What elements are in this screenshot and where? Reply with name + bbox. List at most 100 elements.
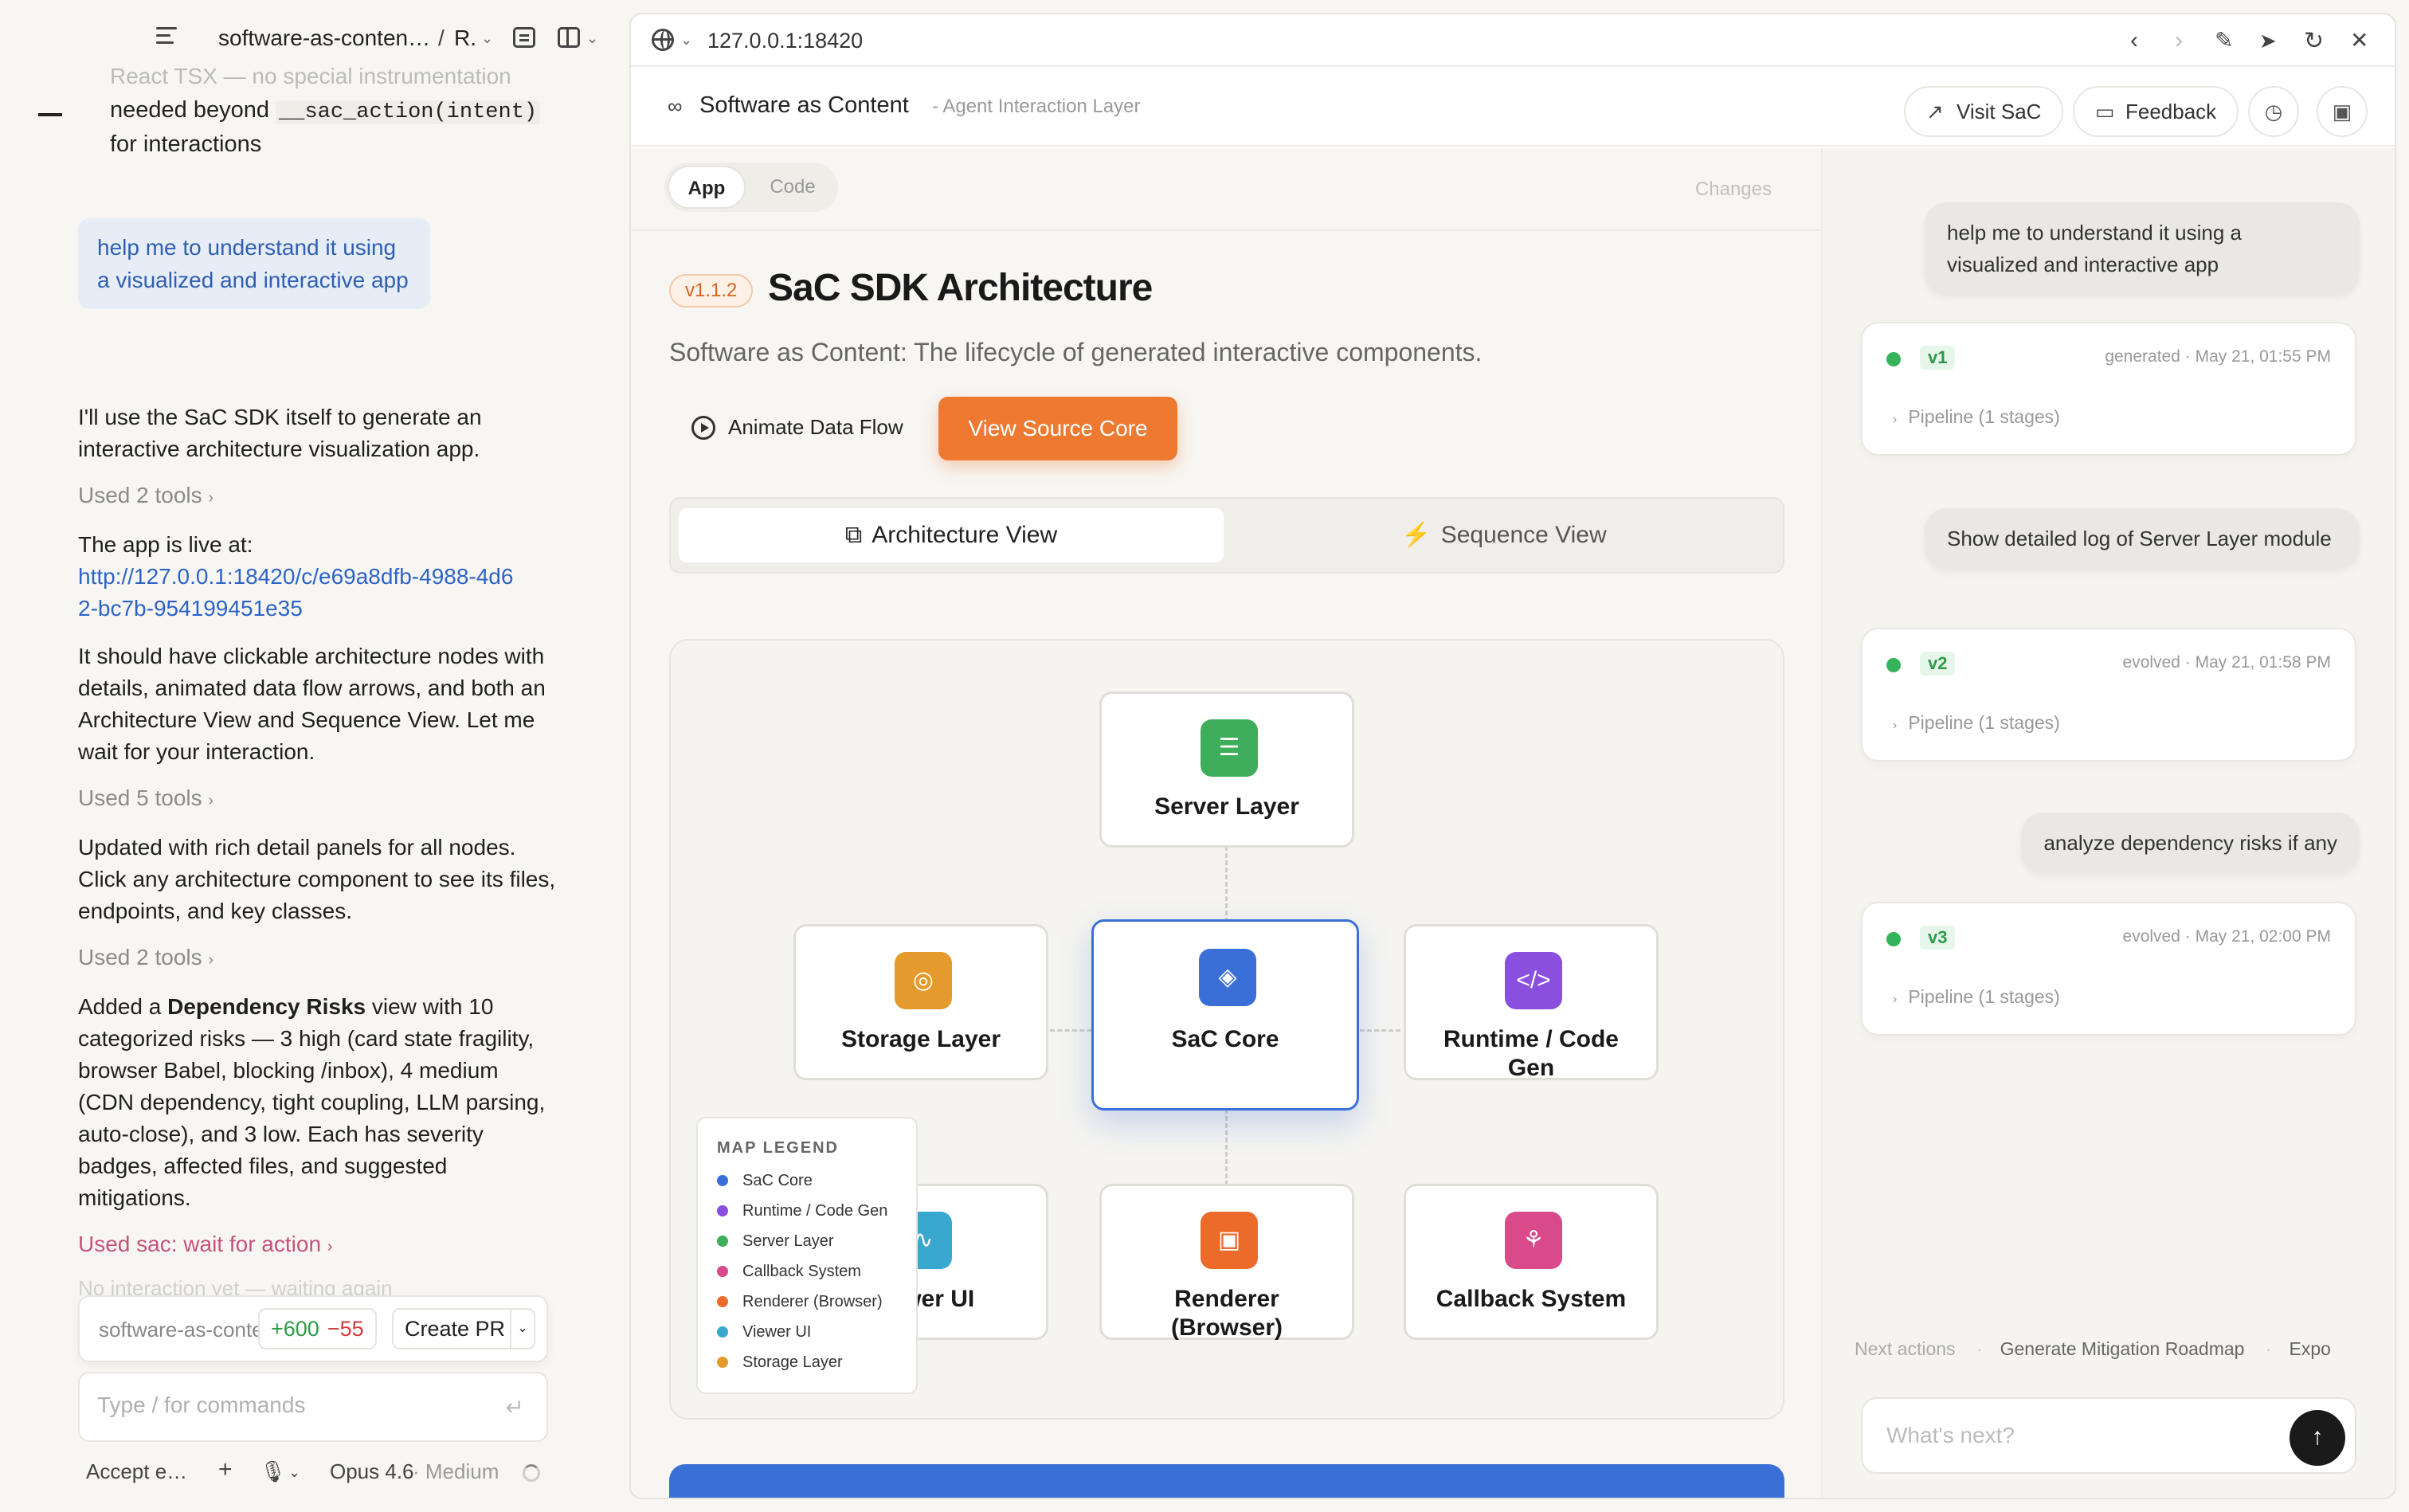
version-card[interactable]: v3 evolved · May 21, 02:00 PM › Pipeline … [1861,902,2356,1036]
menu-icon[interactable] [156,27,177,45]
node-callback-system[interactable]: ⚘ Callback System [1404,1184,1659,1340]
chevron-down-icon[interactable]: ⌄ [680,32,692,49]
pipeline-toggle[interactable]: › Pipeline (1 stages) [1893,986,2060,1008]
tab-app[interactable]: App [668,166,746,209]
version-tag: v3 [1920,926,1956,950]
tab-sequence-view[interactable]: ⚡ Sequence View [1232,508,1776,562]
tools-toggle[interactable]: Used 2 tools › [78,483,213,508]
create-pr-button[interactable]: Create PR ⌄ [392,1308,535,1349]
user-message: Show detailed log of Server Layer module [1925,508,2360,569]
enter-icon[interactable]: ↵ [506,1394,524,1420]
legend-item: Renderer (Browser) [717,1287,897,1317]
repo-name: software-as-content [99,1318,258,1342]
connector [1225,846,1228,922]
legend-label: SaC Core [742,1172,813,1189]
reload-icon[interactable]: ↻ [2304,27,2324,55]
prompt-input[interactable] [1886,1423,2269,1448]
tools-toggle[interactable]: Used 5 tools › [78,785,213,811]
branch-name[interactable]: R. [454,25,476,51]
legend-label: Renderer (Browser) [742,1293,883,1310]
view-source-core-button[interactable]: View Source Core [938,397,1177,460]
webhook-icon: ⚘ [1505,1212,1562,1269]
next-actions: Next actions · Generate Mitigation Roadma… [1855,1338,2331,1359]
connector [1353,1029,1400,1032]
visit-sac-button[interactable]: ↗ Visit SaC [1904,86,2064,137]
next-section-banner [669,1464,1784,1498]
tools-toggle[interactable]: Used 2 tools › [78,945,213,970]
assistant-message: It should have clickable architecture no… [78,644,546,764]
legend-item: Server Layer [717,1226,897,1256]
loading-spinner [523,1464,540,1482]
accept-edits-toggle[interactable]: Accept e… [86,1459,187,1484]
hierarchy-icon: ⧉ [844,522,863,548]
legend-dot [717,1236,728,1247]
diff-stats[interactable]: +600 −55 [258,1308,377,1349]
url-text[interactable]: 127.0.0.1:18420 [707,29,863,53]
browser-window: ⌄ 127.0.0.1:18420 ‹ › ✎ ➤ ↻ ✕ ∞ Software… [629,13,2396,1499]
command-input[interactable] [97,1393,496,1418]
assistant-message: I'll use the SaC SDK itself to generate … [78,405,482,461]
project-title[interactable]: software-as-conten… [218,25,430,51]
command-input-box: ↵ [78,1372,548,1442]
cursor-icon[interactable]: ➤ [2259,29,2277,53]
tab-architecture-view[interactable]: ⧉ Architecture View [679,508,1224,562]
version-meta: evolved · May 21, 02:00 PM [2122,927,2331,946]
legend-item: Runtime / Code Gen [717,1196,897,1226]
architecture-diagram: ☰ Server Layer ◎ Storage Layer ◈ SaC Cor… [669,639,1784,1420]
sidebar-toggle-icon[interactable]: ▣ [2317,86,2368,137]
pipeline-toggle[interactable]: › Pipeline (1 stages) [1893,712,2060,734]
legend-dot [717,1296,728,1307]
pipeline-toggle[interactable]: › Pipeline (1 stages) [1893,406,2060,428]
version-card[interactable]: v2 evolved · May 21, 01:58 PM › Pipeline … [1861,628,2356,762]
legend-dot [717,1357,728,1368]
changes-button[interactable]: Changes [1695,178,1772,201]
node-storage-layer[interactable]: ◎ Storage Layer [793,924,1048,1080]
legend-label: Viewer UI [742,1323,812,1341]
send-icon[interactable]: ↑ [2290,1410,2345,1466]
node-sac-core[interactable]: ◈ SaC Core [1091,919,1359,1110]
back-icon[interactable]: ‹ [2130,27,2138,54]
history-icon[interactable]: ◷ [2248,86,2299,137]
chat-panel: software-as-conten… / R. ⌄ ⌄ React TSX —… [0,0,629,1512]
node-renderer-browser[interactable]: ▣ Renderer (Browser) [1099,1184,1354,1341]
close-icon[interactable]: ✕ [2350,27,2368,53]
plus-icon[interactable]: + [218,1456,233,1483]
lightning-icon: ⚡ [1401,522,1432,548]
chevron-down-icon[interactable]: ⌄ [481,30,493,47]
assistant-message: Added a Dependency Risks view with 10 ca… [78,994,546,1210]
legend-item: Callback System [717,1256,897,1287]
node-runtime-code-gen[interactable]: </> Runtime / Code Gen [1404,924,1659,1081]
version-thread-panel: help me to understand it using a visuali… [1821,148,2395,1498]
animate-data-flow-button[interactable]: Animate Data Flow [669,397,926,457]
tools-toggle[interactable]: Used sac: wait for action › [78,1232,332,1257]
document-icon[interactable] [513,27,535,48]
effort-level[interactable]: · Medium [413,1459,499,1484]
globe-icon[interactable] [652,29,674,51]
pencil-icon[interactable]: ✎ [2215,27,2233,53]
forward-icon[interactable]: › [2175,27,2183,54]
path-separator: / [438,25,445,50]
faded-message-text: React TSX — no special instrumentation [110,64,511,88]
app-link[interactable]: http://127.0.0.1:18420/c/e69a8dfb-4988-4… [78,561,524,625]
legend-dot [717,1326,728,1338]
feedback-button[interactable]: ▭ Feedback [2073,86,2239,137]
model-name[interactable]: Opus 4.6 [330,1459,414,1484]
monitor-icon: ▣ [1201,1212,1258,1269]
assistant-message: Updated with rich detail panels for all … [78,835,556,923]
version-card[interactable]: v1 generated · May 21, 01:55 PM › Pipelin… [1861,322,2356,456]
collapse-marker [38,113,62,116]
view-tabs: ⧉ Architecture View ⚡ Sequence View [669,497,1784,574]
action-export[interactable]: Expo [2290,1338,2331,1359]
chevron-down-icon[interactable]: ⌄ [586,30,598,47]
chevron-down-icon[interactable]: ⌄ [510,1310,534,1348]
user-message: analyze dependency risks if any [2021,813,2360,873]
split-view-icon[interactable] [558,27,580,48]
node-server-layer[interactable]: ☰ Server Layer [1099,691,1354,848]
legend-dot [717,1175,728,1186]
page-subtitle: Software as Content: The lifecycle of ge… [669,338,1483,366]
chevron-down-icon[interactable]: ⌄ [288,1464,300,1481]
action-generate-mitigation-roadmap[interactable]: Generate Mitigation Roadmap [2000,1338,2245,1359]
tab-code[interactable]: Code [754,166,832,209]
legend-label: Runtime / Code Gen [742,1202,888,1220]
microphone-icon[interactable]: 🎙 [260,1459,286,1484]
